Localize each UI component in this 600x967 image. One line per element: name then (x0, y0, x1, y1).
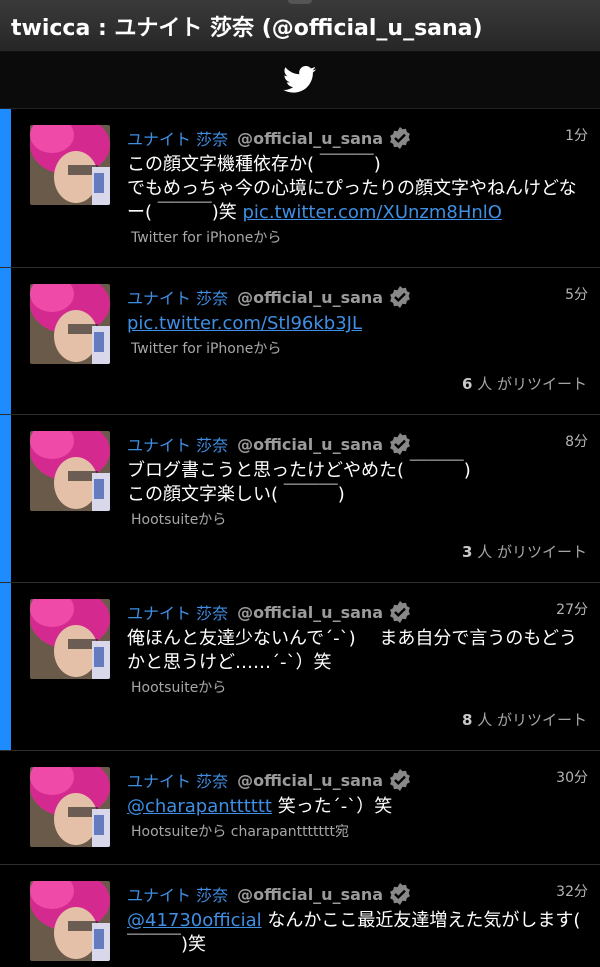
tweet-item[interactable]: ユナイト 莎奈 @official_u_sana 8分 ブログ書こうと思ったけど… (0, 415, 600, 583)
retweet-label: 人 がリツイート (472, 375, 587, 393)
user-name[interactable]: ユナイト 莎奈 (127, 768, 228, 792)
tweet-item[interactable]: ユナイト 莎奈 @official_u_sana 1分 この顔文字機種依存か( … (0, 109, 600, 268)
screen-name[interactable]: @official_u_sana (237, 885, 383, 904)
user-name[interactable]: ユナイト 莎奈 (127, 882, 228, 906)
retweet-info: 6 人 がリツイート (462, 373, 587, 394)
verified-badge-icon (390, 601, 410, 623)
screen-name[interactable]: @official_u_sana (237, 129, 383, 148)
source-app: Twitter for iPhoneから (131, 230, 282, 246)
screen-name[interactable]: @official_u_sana (237, 603, 383, 622)
avatar[interactable] (30, 599, 110, 679)
unread-indicator (0, 109, 11, 267)
tweet-header: ユナイト 莎奈 @official_u_sana 1分 (127, 125, 588, 151)
tweet-text: @charapantttttt 笑った´-`）笑 (127, 795, 588, 819)
avatar[interactable] (30, 767, 110, 847)
verified-badge-icon (390, 127, 410, 149)
app-title: twicca : ユナイト 莎奈 (@official_u_sana) (11, 15, 483, 41)
user-name[interactable]: ユナイト 莎奈 (127, 600, 228, 624)
verified-badge-icon (390, 433, 410, 455)
status-notch (288, 0, 312, 4)
tweet-content: ユナイト 莎奈 @official_u_sana 32分 @41730offic… (127, 881, 588, 957)
tweet-content: ユナイト 莎奈 @official_u_sana 1分 この顔文字機種依存か( … (127, 125, 588, 247)
retweet-number: 3 (462, 543, 473, 561)
retweet-info: 3 人 がリツイート (462, 541, 587, 562)
tweet-text: この顔文字機種依存か( ￣￣￣) でもめっちゃ今の心境にぴったりの顔文字やねんけ… (127, 153, 588, 225)
timestamp: 8分 (565, 434, 588, 450)
timestamp: 1分 (565, 128, 588, 144)
screen-name[interactable]: @official_u_sana (237, 288, 383, 307)
tweet-content: ユナイト 莎奈 @official_u_sana 27分 俺ほんと友達少ないんで… (127, 599, 588, 697)
avatar[interactable] (30, 431, 110, 511)
timeline-header[interactable] (0, 52, 600, 109)
retweet-label: 人 がリツイート (472, 543, 587, 561)
unread-indicator (0, 268, 11, 414)
source-app: Twitter for iPhoneから (131, 341, 282, 357)
retweet-info: 8 人 がリツイート (462, 709, 587, 730)
unread-indicator (0, 415, 11, 582)
tweet-item[interactable]: ユナイト 莎奈 @official_u_sana 32分 @41730offic… (0, 865, 600, 967)
retweet-number: 6 (462, 375, 473, 393)
mention-link[interactable]: @charapantttttt (127, 796, 272, 817)
tweet-header: ユナイト 莎奈 @official_u_sana 30分 (127, 767, 588, 793)
tweet-text: @41730official なんかここ最近友達増えた気がします( ￣￣￣)笑 (127, 909, 588, 957)
verified-badge-icon (390, 883, 410, 905)
title-bar: twicca : ユナイト 莎奈 (@official_u_sana) (0, 0, 600, 52)
mention-link[interactable]: @41730official (127, 910, 262, 931)
tweet-header: ユナイト 莎奈 @official_u_sana 5分 (127, 284, 588, 310)
timestamp: 32分 (556, 884, 588, 900)
timestamp: 5分 (565, 287, 588, 303)
tweet-body: 笑った´-`）笑 (271, 796, 393, 817)
tweet-link[interactable]: pic.twitter.com/XUnzm8HnlO (243, 202, 502, 223)
avatar[interactable] (30, 881, 110, 961)
tweet-item[interactable]: ユナイト 莎奈 @official_u_sana 27分 俺ほんと友達少ないんで… (0, 583, 600, 751)
user-name[interactable]: ユナイト 莎奈 (127, 432, 228, 456)
tweet-header: ユナイト 莎奈 @official_u_sana 27分 (127, 599, 588, 625)
tweet-item[interactable]: ユナイト 莎奈 @official_u_sana 5分 pic.twitter.… (0, 268, 600, 415)
tweet-content: ユナイト 莎奈 @official_u_sana 8分 ブログ書こうと思ったけど… (127, 431, 588, 529)
tweet-content: ユナイト 莎奈 @official_u_sana 5分 pic.twitter.… (127, 284, 588, 358)
screen-name[interactable]: @official_u_sana (237, 435, 383, 454)
verified-badge-icon (390, 286, 410, 308)
tweet-content: ユナイト 莎奈 @official_u_sana 30分 @charapantt… (127, 767, 588, 841)
avatar[interactable] (30, 125, 110, 205)
retweet-label: 人 がリツイート (472, 711, 587, 729)
verified-badge-icon (390, 769, 410, 791)
source-app: Hootsuiteから (131, 512, 227, 528)
tweet-item[interactable]: ユナイト 莎奈 @official_u_sana 30分 @charapantt… (0, 751, 600, 865)
screen-name[interactable]: @official_u_sana (237, 771, 383, 790)
source-app: Hootsuiteから charapanttttttt宛 (131, 824, 350, 840)
source-app: Hootsuiteから (131, 680, 227, 696)
tweet-timeline[interactable]: ユナイト 莎奈 @official_u_sana 1分 この顔文字機種依存か( … (0, 109, 600, 967)
tweet-text: ブログ書こうと思ったけどやめた( ￣￣￣) この顔文字楽しい( ￣￣￣) (127, 460, 471, 505)
tweet-header: ユナイト 莎奈 @official_u_sana 32分 (127, 881, 588, 907)
tweet-header: ユナイト 莎奈 @official_u_sana 8分 (127, 431, 588, 457)
user-name[interactable]: ユナイト 莎奈 (127, 126, 228, 150)
tweet-text: 俺ほんと友達少ないんで´-`) まあ自分で言うのもどうかと思うけど……´-`）笑 (127, 628, 577, 673)
avatar[interactable] (30, 284, 110, 364)
tweet-text: pic.twitter.com/Stl96kb3JL (127, 312, 588, 336)
timestamp: 30分 (556, 770, 588, 786)
retweet-number: 8 (462, 711, 473, 729)
tweet-link[interactable]: pic.twitter.com/Stl96kb3JL (127, 313, 362, 334)
twitter-bird-icon[interactable] (283, 66, 317, 94)
user-name[interactable]: ユナイト 莎奈 (127, 285, 228, 309)
unread-indicator (0, 583, 11, 750)
timestamp: 27分 (556, 602, 588, 618)
